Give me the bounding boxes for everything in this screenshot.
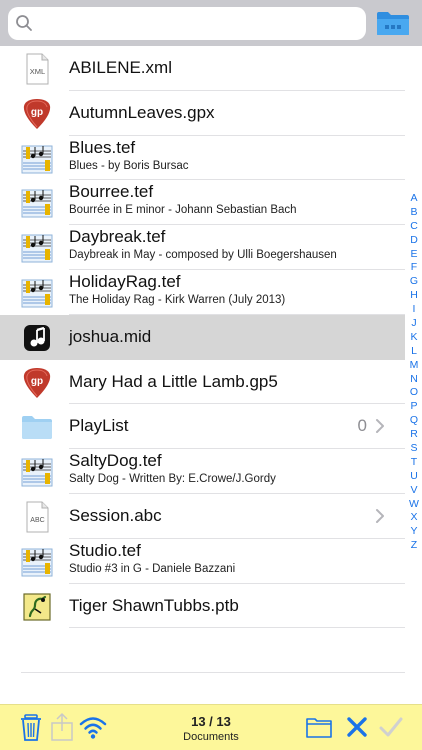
file-row[interactable]: Daybreak.tef Daybreak in May - composed b… [0, 225, 405, 270]
index-letter[interactable]: U [407, 470, 421, 484]
file-name: Studio.tef [69, 540, 141, 560]
file-row[interactable]: joshua.mid [0, 314, 405, 360]
index-letter[interactable]: W [407, 498, 421, 512]
list-divider [21, 672, 405, 673]
index-letter[interactable]: Z [407, 539, 421, 553]
tablature-icon [21, 143, 53, 175]
guitar-pick-icon: gp [21, 98, 53, 130]
file-description: The Holiday Rag - Kirk Warren (July 2013… [69, 293, 286, 306]
index-letter[interactable]: Y [407, 525, 421, 539]
index-letter[interactable]: B [407, 206, 421, 220]
tablature-icon [21, 546, 53, 578]
index-letter[interactable]: Q [407, 414, 421, 428]
file-name: Mary Had a Little Lamb.gp5 [69, 371, 278, 391]
row-divider [69, 627, 405, 629]
midi-file-icon [21, 322, 53, 354]
file-row[interactable]: Bourree.tef Bourrée in E minor - Johann S… [0, 180, 405, 226]
file-row[interactable]: Blues.tef Blues - by Boris Bursac [0, 136, 405, 181]
file-row[interactable]: Studio.tef Studio #3 in G - Daniele Bazza… [0, 539, 405, 584]
file-description: Bourrée in E minor - Johann Sebastian Ba… [69, 204, 297, 217]
index-letter[interactable]: I [407, 303, 421, 317]
file-row[interactable]: SaltyDog.tef Salty Dog - Written By: E.Cr… [0, 449, 405, 494]
share-icon[interactable] [47, 712, 77, 742]
file-row[interactable]: gp AutumnLeaves.gpx [0, 91, 405, 136]
svg-text:XML: XML [30, 67, 45, 76]
file-name: ABILENE.xml [69, 58, 172, 77]
file-name: joshua.mid [69, 326, 152, 346]
index-letter[interactable]: J [407, 317, 421, 331]
folder-icon [21, 411, 53, 443]
index-letter[interactable]: S [407, 442, 421, 456]
file-name: Session.abc [69, 505, 162, 525]
file-row[interactable]: Tiger ShawnTubbs.ptb [0, 584, 405, 629]
file-name: PlayList [69, 416, 129, 436]
index-letter[interactable]: C [407, 220, 421, 234]
file-row[interactable]: HolidayRag.tef The Holiday Rag - Kirk War… [0, 270, 405, 315]
file-row[interactable]: ABC Session.abc [0, 494, 405, 539]
file-name: Daybreak.tef [69, 227, 166, 247]
file-description: Blues - by Boris Bursac [69, 159, 189, 172]
file-description: Daybreak in May - composed by Ulli Boege… [69, 249, 337, 262]
svg-text:gp: gp [31, 376, 43, 387]
file-description: Salty Dog - Written By: E.Crowe/J.Gordy [69, 473, 276, 486]
index-letter[interactable]: G [407, 275, 421, 289]
file-name: AutumnLeaves.gpx [69, 102, 215, 122]
index-letter[interactable]: L [407, 345, 421, 359]
file-name: SaltyDog.tef [69, 451, 162, 471]
search-input[interactable] [38, 12, 358, 36]
trash-icon[interactable] [16, 712, 46, 742]
index-letter[interactable]: T [407, 456, 421, 470]
file-name: Blues.tef [69, 137, 136, 157]
index-letter[interactable]: R [407, 428, 421, 442]
index-letter[interactable]: V [407, 484, 421, 498]
ptb-file-icon [21, 591, 53, 623]
new-folder-icon[interactable] [304, 712, 334, 742]
document-count-value: 13 / 13 [191, 714, 231, 729]
svg-text:gp: gp [31, 107, 43, 118]
checkmark-icon[interactable] [376, 712, 406, 742]
file-list: XML ABILENE.xml gp AutumnLeaves.gpx Blues.te… [0, 46, 405, 629]
file-row[interactable]: PlayList 0 [0, 404, 405, 450]
search-field[interactable] [8, 7, 366, 40]
top-bar [0, 0, 422, 46]
index-letter[interactable]: M [407, 359, 421, 373]
close-icon[interactable] [342, 712, 372, 742]
xml-file-icon: XML [21, 53, 53, 85]
file-name: Tiger ShawnTubbs.ptb [69, 595, 239, 615]
file-name: HolidayRag.tef [69, 271, 181, 291]
index-letter[interactable]: F [407, 261, 421, 275]
chevron-right-icon[interactable] [375, 418, 385, 434]
index-letter[interactable]: N [407, 373, 421, 387]
index-letter[interactable]: E [407, 248, 421, 262]
svg-text:ABC: ABC [30, 517, 44, 524]
document-count: 13 / 13 Documents [150, 714, 272, 743]
file-row[interactable]: XML ABILENE.xml [0, 46, 405, 91]
folder-icon[interactable] [376, 10, 410, 36]
tablature-icon [21, 187, 53, 219]
index-letter[interactable]: H [407, 289, 421, 303]
abc-file-icon: ABC [21, 501, 53, 533]
file-description: Studio #3 in G - Daniele Bazzani [69, 562, 236, 575]
guitar-pick-icon: gp [21, 367, 53, 399]
tablature-icon [21, 277, 53, 309]
document-count-label: Documents [183, 731, 239, 743]
bottom-toolbar: 13 / 13 Documents [0, 704, 422, 750]
index-letter[interactable]: O [407, 386, 421, 400]
tablature-icon [21, 232, 53, 264]
search-icon [16, 15, 32, 31]
wifi-icon[interactable] [78, 712, 108, 742]
index-letter[interactable]: X [407, 511, 421, 525]
chevron-right-icon[interactable] [375, 508, 385, 524]
file-row[interactable]: gp Mary Had a Little Lamb.gp5 [0, 360, 405, 405]
index-letter[interactable]: D [407, 234, 421, 248]
index-letter[interactable]: A [407, 192, 421, 206]
index-letter[interactable]: K [407, 331, 421, 345]
tablature-icon [21, 456, 53, 488]
alphabet-index[interactable]: ABCDEFGHIJKLMNOPQRSTUVWXYZ [407, 192, 421, 553]
item-count: 0 [357, 416, 367, 436]
index-letter[interactable]: P [407, 400, 421, 414]
file-name: Bourree.tef [69, 182, 154, 202]
